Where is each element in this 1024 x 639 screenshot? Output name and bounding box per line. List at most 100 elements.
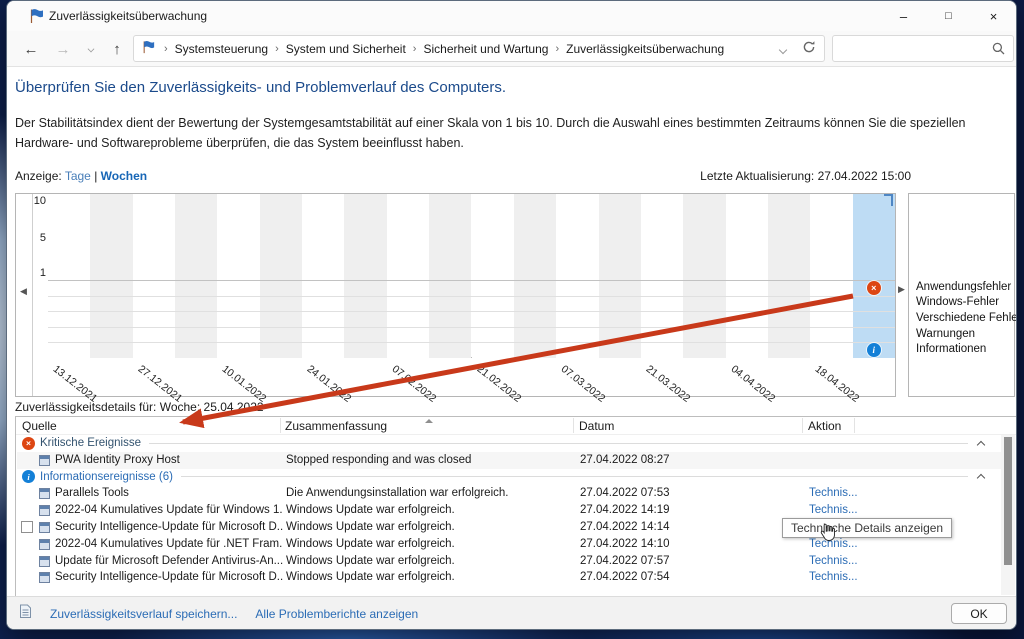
chart-column[interactable] (472, 194, 514, 358)
summary-cell: Windows Update war erfolgreich. (286, 521, 576, 533)
column-header-datum[interactable]: Datum (579, 419, 614, 433)
row-checkbox[interactable] (21, 521, 33, 533)
y-tick-1: 1 (33, 267, 46, 279)
group-rule (181, 476, 968, 477)
minimize-button[interactable]: – (881, 1, 926, 31)
chart-column[interactable] (429, 194, 471, 358)
chart-column[interactable] (260, 194, 302, 358)
chart-gridline (48, 342, 895, 343)
chart-column[interactable] (599, 194, 641, 358)
column-header-aktion[interactable]: Aktion (808, 419, 841, 433)
chart-column[interactable] (726, 194, 768, 358)
chart-gridline (48, 327, 895, 328)
scroll-right-icon[interactable]: ▶ (898, 284, 905, 295)
chart-column[interactable] (514, 194, 556, 358)
chart-category-label: Warnungen (916, 328, 975, 340)
breadcrumb-separator: › (275, 43, 279, 55)
address-dropdown-icon[interactable] (780, 42, 786, 56)
breadcrumb-item[interactable]: Systemsteuerung (175, 42, 268, 56)
date-cell: 27.04.2022 14:19 (580, 504, 740, 516)
technical-details-link[interactable]: Technis... (809, 538, 909, 550)
y-tick-5: 5 (33, 232, 46, 244)
source-cell: PWA Identity Proxy Host (55, 454, 283, 466)
chart-column[interactable] (768, 194, 810, 358)
chart-category-label: Windows-Fehler (916, 296, 999, 308)
chart-column-selected[interactable] (853, 194, 895, 358)
summary-cell: Windows Update war erfolgreich. (286, 571, 576, 583)
address-flag-icon (142, 40, 155, 57)
breadcrumb-item[interactable]: Sicherheit und Wartung (423, 42, 548, 56)
table-row[interactable]: PWA Identity Proxy HostStopped respondin… (17, 452, 1002, 469)
back-button[interactable]: ← (19, 31, 43, 67)
technical-details-link[interactable]: Technis... (809, 487, 909, 499)
view-days-link[interactable]: Tage (65, 169, 91, 183)
table-row[interactable]: 2022-04 Kumulatives Update für .NET Fram… (17, 536, 1002, 553)
chart-x-label: 10.01.2022 (220, 363, 269, 405)
chart-x-label: 18.04.2022 (813, 363, 862, 405)
technical-details-link[interactable]: Technis... (809, 571, 909, 583)
chart-column[interactable] (217, 194, 259, 358)
sort-ascending-icon (425, 419, 433, 423)
information-icon: i (22, 470, 35, 483)
content-area: Überprüfen Sie den Zuverlässigkeits- und… (7, 68, 1016, 596)
table-row[interactable]: Update für Microsoft Defender Antivirus-… (17, 553, 1002, 570)
chart-scroll-left[interactable]: ◀ (16, 194, 33, 396)
chart-column[interactable] (683, 194, 725, 358)
group-rule (149, 443, 968, 444)
chart-column[interactable] (556, 194, 598, 358)
column-header-zusammenfassung[interactable]: Zusammenfassung (285, 419, 387, 433)
chart-column[interactable] (302, 194, 344, 358)
reliability-flag-icon (29, 8, 44, 29)
table-row[interactable]: Parallels ToolsDie Anwendungsinstallatio… (17, 485, 1002, 502)
search-input[interactable] (841, 39, 986, 58)
source-cell: Parallels Tools (55, 487, 283, 499)
collapse-group-icon[interactable] (977, 441, 985, 449)
scroll-left-icon[interactable]: ◀ (20, 286, 27, 297)
chart-column[interactable] (175, 194, 217, 358)
table-scrollbar[interactable] (1001, 435, 1015, 595)
breadcrumb-item[interactable]: System und Sicherheit (286, 42, 406, 56)
forward-button[interactable]: → (51, 31, 75, 67)
breadcrumb-item[interactable]: Zuverlässigkeitsüberwachung (566, 42, 724, 56)
chart-column[interactable] (641, 194, 683, 358)
chart-column[interactable] (344, 194, 386, 358)
date-cell: 27.04.2022 07:57 (580, 555, 740, 567)
chart-column[interactable] (133, 194, 175, 358)
view-weeks-link[interactable]: Wochen (101, 169, 147, 183)
table-scrollbar-thumb[interactable] (1004, 437, 1012, 565)
collapse-group-icon[interactable] (977, 474, 985, 482)
search-icon (992, 42, 1005, 55)
tooltip: Technische Details anzeigen (782, 518, 952, 538)
chart-x-label: 21.02.2022 (474, 363, 523, 405)
close-button[interactable]: × (971, 1, 1016, 31)
column-header-quelle[interactable]: Quelle (22, 419, 57, 433)
source-cell: Security Intelligence-Update für Microso… (55, 571, 283, 583)
breadcrumb-separator: › (164, 43, 168, 55)
group-row[interactable]: iInformationsereignisse (6) (17, 469, 1002, 486)
group-row[interactable]: ×Kritische Ereignisse (17, 435, 1002, 452)
table-row[interactable]: Security Intelligence-Update für Microso… (17, 569, 1002, 586)
save-history-link[interactable]: Zuverlässigkeitsverlauf speichern... (50, 607, 237, 621)
chart-column[interactable] (90, 194, 132, 358)
maximize-button[interactable]: □ (926, 1, 971, 31)
ok-button[interactable]: OK (951, 603, 1007, 624)
chart-column[interactable] (810, 194, 852, 358)
recent-pages-dropdown-icon[interactable] (79, 31, 103, 67)
technical-details-link[interactable]: Technis... (809, 555, 909, 567)
application-icon (39, 556, 50, 567)
chart-column[interactable] (387, 194, 429, 358)
view-label: Anzeige: (15, 169, 62, 183)
table-row[interactable]: 2022-04 Kumulatives Update für Windows 1… (17, 502, 1002, 519)
chart-column[interactable] (48, 194, 90, 358)
summary-cell: Stopped responding and was closed (286, 454, 576, 466)
view-all-reports-link[interactable]: Alle Problemberichte anzeigen (255, 607, 418, 621)
view-switcher: Anzeige: Tage | Wochen (15, 169, 147, 183)
search-box[interactable] (832, 35, 1014, 62)
up-button[interactable]: ↑ (105, 31, 129, 67)
chart-x-label: 07.03.2022 (559, 363, 608, 405)
technical-details-link[interactable]: Technis... (809, 504, 909, 516)
chart-x-label: 24.01.2022 (305, 363, 354, 405)
address-bar[interactable]: ›Systemsteuerung›System und Sicherheit›S… (133, 35, 825, 62)
date-cell: 27.04.2022 14:14 (580, 521, 740, 533)
refresh-icon[interactable] (802, 40, 816, 57)
